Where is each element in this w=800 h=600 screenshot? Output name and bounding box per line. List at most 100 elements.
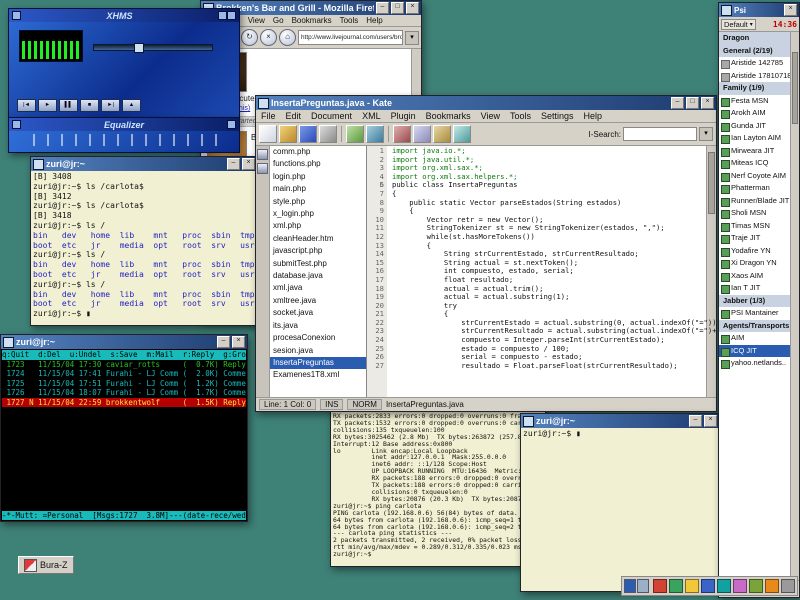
close-button[interactable] bbox=[701, 97, 714, 109]
menu-item[interactable]: Plugin bbox=[386, 110, 421, 122]
document-list-item[interactable]: socket.java bbox=[270, 307, 366, 319]
menu-item[interactable]: Go bbox=[269, 15, 288, 26]
roster-item[interactable]: Miteas ICQ bbox=[719, 157, 790, 170]
minimize-button[interactable] bbox=[217, 336, 230, 348]
document-list-item[interactable]: Examenes1T8.xml bbox=[270, 369, 366, 381]
open-folder-icon[interactable] bbox=[279, 125, 297, 143]
tray-icon[interactable] bbox=[781, 579, 795, 593]
minimize-button[interactable] bbox=[689, 415, 702, 427]
kate-titlebar[interactable]: InsertaPreguntas.java - Kate bbox=[256, 96, 716, 110]
menu-item[interactable]: Document bbox=[306, 110, 357, 122]
minimize-button[interactable] bbox=[671, 97, 684, 109]
pager-desktop-2[interactable] bbox=[637, 579, 649, 593]
roster-item[interactable]: Sholi MSN bbox=[719, 207, 790, 220]
menu-item[interactable]: Tools bbox=[505, 110, 536, 122]
save-icon[interactable] bbox=[299, 125, 317, 143]
mutt-message-row[interactable]: 1727 N 11/15/04 22:59 brokkentwolf ( 1.5… bbox=[2, 398, 246, 408]
roster-item[interactable]: Aristide 142785 bbox=[719, 57, 790, 70]
url-dropdown-icon[interactable] bbox=[405, 31, 419, 45]
roster-item[interactable]: Aristide 17810718 bbox=[719, 70, 790, 83]
roster-item[interactable]: ICQ JIT bbox=[719, 345, 790, 358]
tray-icon[interactable] bbox=[701, 579, 715, 593]
cut-icon[interactable] bbox=[393, 125, 411, 143]
close-button[interactable] bbox=[704, 415, 717, 427]
volume-slider-thumb[interactable] bbox=[134, 43, 144, 53]
volume-slider[interactable] bbox=[93, 44, 213, 51]
document-list-item[interactable]: xmltree.java bbox=[270, 295, 366, 307]
document-list-item[interactable]: javascript.php bbox=[270, 245, 366, 257]
roster-item[interactable]: Festa MSN bbox=[719, 95, 790, 108]
equalizer-menu-icon[interactable] bbox=[12, 120, 21, 129]
documents-tab-icon[interactable] bbox=[257, 149, 268, 160]
roster-item[interactable]: Arokh AIM bbox=[719, 107, 790, 120]
document-list-item[interactable]: main.php bbox=[270, 183, 366, 195]
roster-item[interactable]: Xaos AIM bbox=[719, 270, 790, 283]
roster-item[interactable]: General (2/19) bbox=[719, 45, 790, 58]
document-list-item[interactable]: comm.php bbox=[270, 146, 366, 158]
document-list-item[interactable]: login.php bbox=[270, 171, 366, 183]
xmms-menu-icon[interactable] bbox=[12, 11, 21, 20]
close-button[interactable] bbox=[242, 158, 255, 170]
mutt-message-row[interactable]: 1726 11/15/04 18:07 Furahi - LJ Comm ( 1… bbox=[2, 388, 246, 398]
roster-item[interactable]: Mirweara JIT bbox=[719, 145, 790, 158]
url-input[interactable]: http://www.livejournal.com/users/brokken… bbox=[298, 30, 403, 45]
mutt-titlebar[interactable]: zuri@jr:~ bbox=[1, 335, 247, 349]
terminal-output[interactable]: [B] 3408zuri@jr:~$ ls /carlota$[B] 3412z… bbox=[31, 171, 257, 325]
desktop-pager[interactable] bbox=[624, 579, 649, 593]
maximize-button[interactable] bbox=[391, 2, 404, 14]
roster-item[interactable]: Traje JIT bbox=[719, 232, 790, 245]
roster-item[interactable]: PSI Mantainer bbox=[719, 307, 790, 320]
redo-icon[interactable] bbox=[366, 125, 384, 143]
menu-item[interactable]: Help bbox=[362, 15, 386, 26]
document-list-item[interactable]: submitTest.php bbox=[270, 258, 366, 270]
document-list-item[interactable]: procesaConexion bbox=[270, 332, 366, 344]
paste-icon[interactable] bbox=[433, 125, 451, 143]
stop-icon[interactable]: × bbox=[260, 29, 277, 46]
close-button[interactable] bbox=[784, 4, 797, 16]
tray-icon[interactable] bbox=[733, 579, 747, 593]
roster-item[interactable]: Ian T JIT bbox=[719, 282, 790, 295]
terminal-titlebar[interactable]: zuri@jr:~ bbox=[521, 414, 719, 428]
roster-item[interactable]: Gunda JIT bbox=[719, 120, 790, 133]
tray-icon[interactable] bbox=[749, 579, 763, 593]
roster-item[interactable]: Nerf Coyote AIM bbox=[719, 170, 790, 183]
minimize-button[interactable] bbox=[376, 2, 389, 14]
roster-item[interactable]: Dragon bbox=[719, 32, 790, 45]
roster-item[interactable]: Yodafire YN bbox=[719, 245, 790, 258]
document-list-item[interactable]: xml.php bbox=[270, 220, 366, 232]
toolbar-dropdown-icon[interactable] bbox=[699, 127, 713, 141]
new-file-icon[interactable] bbox=[259, 125, 277, 143]
roster-scrollbar[interactable] bbox=[790, 32, 799, 580]
copy-icon[interactable] bbox=[413, 125, 431, 143]
roster-item[interactable]: Runner/Blade JIT bbox=[719, 195, 790, 208]
psi-titlebar[interactable]: Psi bbox=[719, 3, 799, 17]
close-button[interactable] bbox=[406, 2, 419, 14]
pager-desktop-1[interactable] bbox=[624, 579, 636, 593]
menu-item[interactable]: Bookmarks bbox=[288, 15, 336, 26]
minimize-button[interactable] bbox=[227, 158, 240, 170]
roster-item[interactable]: Timas MSN bbox=[719, 220, 790, 233]
document-list-item[interactable]: its.java bbox=[270, 320, 366, 332]
terminal-output[interactable]: RX packets:2833 errors:0 dropped:0 overr… bbox=[331, 412, 545, 566]
document-list-item[interactable]: style.php bbox=[270, 196, 366, 208]
terminal-titlebar[interactable]: zuri@jr:~ bbox=[31, 157, 257, 171]
tray-icon[interactable] bbox=[685, 579, 699, 593]
transport-button[interactable]: |◄ bbox=[17, 99, 36, 112]
equalizer-titlebar[interactable]: Equalizer bbox=[9, 118, 239, 131]
document-list-item[interactable]: cleanHeader.htm bbox=[270, 233, 366, 245]
taskbar-button-bura-z[interactable]: Bura-Z bbox=[18, 556, 74, 574]
menu-item[interactable]: Settings bbox=[536, 110, 579, 122]
close-button[interactable] bbox=[232, 336, 245, 348]
document-list-item[interactable]: database.java bbox=[270, 270, 366, 282]
mutt-message-row[interactable]: 1725 11/15/04 17:51 Furahi - LJ Comm ( 1… bbox=[2, 379, 246, 389]
find-icon[interactable] bbox=[453, 125, 471, 143]
document-list-item[interactable]: xml.java bbox=[270, 282, 366, 294]
transport-button[interactable]: ► bbox=[38, 99, 57, 112]
code-editor[interactable]: import java.io.*;import java.util.*;impo… bbox=[367, 146, 716, 397]
menu-item[interactable]: File bbox=[256, 110, 281, 122]
spectrum-analyzer[interactable] bbox=[19, 30, 83, 62]
menu-item[interactable]: View bbox=[476, 110, 505, 122]
equalizer-sliders[interactable] bbox=[33, 134, 229, 146]
transport-button[interactable]: ▲ bbox=[122, 99, 141, 112]
mutt-index[interactable]: q:Quit d:Del u:Undel s:Save m:Mail r:Rep… bbox=[1, 349, 247, 521]
